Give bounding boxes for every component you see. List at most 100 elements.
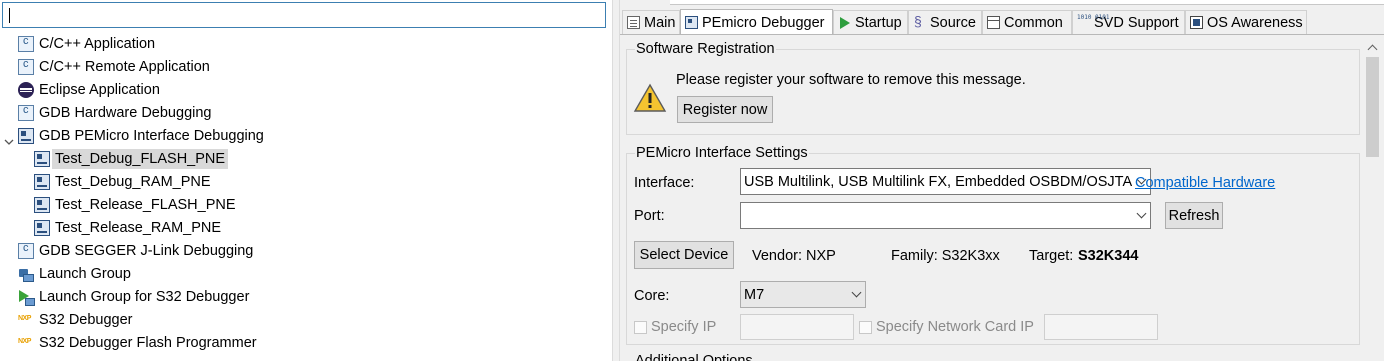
launch-group-icon — [18, 266, 34, 282]
registration-group: Software Registration Please register yo… — [626, 41, 1360, 135]
tree-item-label: C/C++ Application — [39, 36, 156, 52]
tree-item-label: Eclipse Application — [39, 82, 160, 98]
tree-item-label: Launch Group — [39, 266, 131, 282]
tree-item-label: GDB PEMicro Interface Debugging — [39, 128, 264, 144]
tree-item-label: S32 Debugger — [39, 312, 133, 328]
tree-item-eclipse-application[interactable]: Eclipse Application — [18, 79, 160, 101]
pemicro-icon — [34, 151, 50, 167]
tree-item-label: GDB Hardware Debugging — [39, 105, 212, 121]
group-title: Software Registration — [635, 41, 776, 57]
source-icon — [913, 13, 926, 29]
tree-item-label: C/C++ Remote Application — [39, 59, 210, 75]
pemicro-icon — [34, 220, 50, 236]
tab-label: Main — [644, 14, 676, 31]
c-app-icon — [18, 58, 34, 75]
specify-nic-checkbox[interactable] — [859, 321, 872, 334]
tree-item-test-debug-flash[interactable]: Test_Debug_FLASH_PNE — [34, 148, 229, 170]
chevron-down-icon — [1133, 203, 1150, 228]
tab-bar: Main PEmicro Debugger Startup Source Com… — [620, 9, 1384, 35]
tree-item-gdb-segger[interactable]: GDB SEGGER J-Link Debugging — [18, 240, 253, 262]
tree-item-c-application[interactable]: C/C++ Application — [18, 33, 155, 55]
vendor-text: Vendor: NXP — [752, 248, 836, 264]
compatible-hardware-link[interactable]: Compatible Hardware — [1135, 175, 1275, 191]
tree-item-label: Test_Release_FLASH_PNE — [55, 197, 236, 213]
launch-config-window: C/C++ Application C/C++ Remote Applicati… — [0, 0, 1384, 361]
tab-label: Common — [1004, 14, 1063, 31]
additional-options-title: Additional Options — [635, 353, 753, 361]
vertical-scrollbar[interactable] — [1364, 39, 1381, 359]
tab-startup[interactable]: Startup — [833, 10, 908, 34]
pemicro-icon — [34, 174, 50, 190]
select-device-button[interactable]: Select Device — [634, 241, 734, 269]
config-editor-panel: Main PEmicro Debugger Startup Source Com… — [620, 0, 1384, 361]
tree-item-test-release-ram[interactable]: Test_Release_RAM_PNE — [34, 217, 221, 239]
tab-content: Software Registration Please register yo… — [620, 34, 1384, 361]
tree-item-label: Test_Release_RAM_PNE — [55, 220, 222, 236]
tree-item-label: S32 Debugger Flash Programmer — [39, 335, 257, 351]
core-label: Core: — [634, 288, 670, 304]
tree-item-s32-flash-programmer[interactable]: S32 Debugger Flash Programmer — [18, 332, 257, 354]
tab-pemicro-debugger[interactable]: PEmicro Debugger — [680, 9, 833, 35]
tree-item-launch-group[interactable]: Launch Group — [18, 263, 131, 285]
tree-item-label: GDB SEGGER J-Link Debugging — [39, 243, 254, 259]
interface-select-value: USB Multilink, USB Multilink FX, Embedde… — [744, 173, 1132, 190]
c-app-icon — [18, 35, 34, 52]
pemicro-icon — [685, 16, 698, 29]
specify-ip-checkbox[interactable] — [634, 321, 647, 334]
svd-icon — [1077, 15, 1090, 29]
pemicro-icon — [34, 197, 50, 213]
interface-label: Interface: — [634, 175, 695, 191]
tree-item-gdb-hardware[interactable]: GDB Hardware Debugging — [18, 102, 211, 124]
pemicro-icon — [18, 128, 34, 144]
nic-ip-field[interactable] — [1044, 314, 1158, 340]
nxp-icon — [18, 312, 34, 328]
tree-item-gdb-pemicro[interactable]: GDB PEMicro Interface Debugging — [18, 125, 264, 147]
tab-label: Source — [930, 14, 976, 31]
target-label: Target: — [1029, 248, 1074, 264]
group-title: PEMicro Interface Settings — [635, 145, 809, 161]
core-select[interactable]: M7 — [740, 281, 866, 308]
tab-common[interactable]: Common — [982, 10, 1072, 34]
warning-icon — [633, 83, 667, 112]
tab-label: PEmicro Debugger — [702, 14, 825, 31]
specify-nic-label: Specify Network Card IP — [876, 319, 1034, 335]
filter-input[interactable] — [2, 2, 606, 28]
eclipse-icon — [18, 82, 34, 98]
tree-item-label: Test_Debug_RAM_PNE — [55, 174, 211, 190]
name-field-edge — [670, 0, 1384, 5]
chevron-down-icon — [848, 282, 865, 307]
refresh-button[interactable]: Refresh — [1165, 202, 1223, 229]
play-icon — [838, 16, 851, 29]
nxp-icon — [18, 335, 34, 351]
c-app-icon — [18, 104, 34, 121]
interface-select[interactable]: USB Multilink, USB Multilink FX, Embedde… — [740, 168, 1151, 195]
registration-message: Please register your software to remove … — [676, 72, 1026, 88]
tab-main[interactable]: Main — [622, 10, 680, 34]
launch-group-s32-icon — [18, 289, 35, 306]
tab-svd-support[interactable]: SVD Support — [1072, 10, 1185, 34]
port-label: Port: — [634, 208, 665, 224]
core-select-value: M7 — [744, 286, 765, 303]
text-caret — [9, 8, 10, 23]
tab-label: OS Awareness — [1207, 14, 1303, 31]
panel-splitter[interactable] — [612, 0, 620, 361]
tree-item-launch-group-s32[interactable]: Launch Group for S32 Debugger — [18, 286, 249, 308]
tree-item-label: Test_Debug_FLASH_PNE — [52, 149, 229, 169]
tab-os-awareness[interactable]: OS Awareness — [1185, 10, 1307, 34]
port-select[interactable] — [740, 202, 1151, 229]
tab-source[interactable]: Source — [908, 10, 982, 34]
os-icon — [1190, 16, 1203, 29]
target-value: S32K344 — [1078, 248, 1139, 264]
chevron-down-icon[interactable] — [4, 137, 14, 147]
tree-item-c-remote-application[interactable]: C/C++ Remote Application — [18, 56, 210, 78]
config-tree-panel: C/C++ Application C/C++ Remote Applicati… — [0, 0, 612, 361]
tree-item-test-debug-ram[interactable]: Test_Debug_RAM_PNE — [34, 171, 211, 193]
scrollbar-thumb[interactable] — [1366, 57, 1379, 157]
ip-address-field[interactable] — [740, 314, 854, 340]
family-text: Family: S32K3xx — [891, 248, 1000, 264]
register-now-button[interactable]: Register now — [677, 96, 773, 123]
common-icon — [987, 16, 1000, 29]
tree-item-test-release-flash[interactable]: Test_Release_FLASH_PNE — [34, 194, 236, 216]
tree-item-s32-debugger[interactable]: S32 Debugger — [18, 309, 133, 331]
chevron-up-icon[interactable] — [1364, 39, 1381, 56]
